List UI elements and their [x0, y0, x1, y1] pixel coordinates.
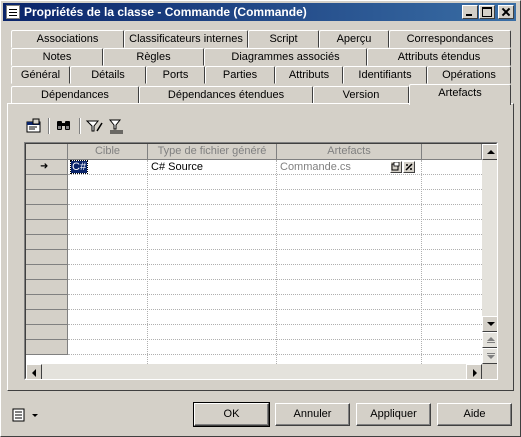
filter-icon[interactable] [85, 117, 105, 135]
grid-row[interactable] [68, 295, 492, 310]
tab-correspondances[interactable]: Correspondances [389, 30, 511, 48]
column-header-type-fichier[interactable]: Type de fichier généré [148, 144, 277, 160]
maximize-button[interactable] [479, 5, 495, 19]
tab-operations[interactable]: Opérations [427, 66, 511, 84]
grid-menu-button[interactable] [12, 407, 42, 423]
row-header[interactable] [26, 265, 68, 280]
find-icon[interactable] [54, 117, 74, 135]
ok-button[interactable]: OK [193, 402, 270, 427]
grid-row[interactable] [68, 265, 492, 280]
grid-row[interactable] [68, 310, 492, 325]
tab-regles[interactable]: Règles [103, 48, 204, 66]
tab-version[interactable]: Version [313, 86, 409, 104]
scroll-bottom-button[interactable] [482, 348, 497, 364]
edit-artefact-icon[interactable] [403, 161, 415, 173]
row-header[interactable] [26, 325, 68, 340]
artefact-value: Commande.cs [280, 161, 351, 173]
tab-parties[interactable]: Parties [205, 66, 275, 84]
grid-row[interactable] [68, 205, 492, 220]
grid-row[interactable] [68, 220, 492, 235]
tab-script[interactable]: Script [248, 30, 319, 48]
row-header[interactable] [26, 295, 68, 310]
window-title: Propriétés de la classe - Commande (Comm… [24, 5, 307, 19]
grid-row[interactable] [68, 190, 492, 205]
cible-value: C# [69, 160, 89, 174]
row-header[interactable] [26, 250, 68, 265]
browse-artefact-icon[interactable] [390, 161, 402, 173]
cancel-button[interactable]: Annuler [275, 403, 350, 426]
grid-row[interactable] [68, 250, 492, 265]
row-header[interactable] [26, 310, 68, 325]
grid-corner-header [26, 144, 68, 160]
scroll-right-button[interactable] [466, 364, 482, 379]
grid-row[interactable] [68, 235, 492, 250]
row-header[interactable] [26, 340, 68, 355]
tab-artefacts[interactable]: Artefacts [409, 84, 511, 105]
close-button[interactable] [498, 5, 514, 19]
grid-row[interactable] [68, 325, 492, 340]
grid-column-line [147, 160, 148, 364]
artefacts-grid[interactable]: Cible Type de fichier généré Artefacts ➜… [24, 142, 498, 380]
tab-diagrammes-associes[interactable]: Diagrammes associés [204, 48, 367, 66]
row-header[interactable] [26, 190, 68, 205]
column-header-artefacts[interactable]: Artefacts [277, 144, 422, 160]
scroll-left-button[interactable] [26, 364, 42, 379]
window-icon [6, 5, 20, 19]
tab-associations[interactable]: Associations [11, 30, 124, 48]
clear-filter-icon[interactable] [107, 117, 127, 135]
row-cible-cell[interactable]: C# [68, 160, 148, 175]
tab-identifiants[interactable]: Identifiants [343, 66, 427, 84]
tab-ports[interactable]: Ports [146, 66, 205, 84]
row-header[interactable] [26, 175, 68, 190]
help-button[interactable]: Aide [437, 403, 512, 426]
scroll-down-button[interactable] [482, 316, 497, 332]
row-type-cell[interactable]: C# Source [148, 160, 277, 175]
grid-column-line [421, 160, 422, 364]
vertical-scrollbar[interactable] [482, 144, 497, 364]
column-header-cible[interactable]: Cible [68, 144, 148, 160]
row-header[interactable] [26, 205, 68, 220]
scroll-top-button[interactable] [482, 332, 497, 348]
grid-column-line [276, 160, 277, 364]
row-header[interactable] [26, 280, 68, 295]
title-bar[interactable]: Propriétés de la classe - Commande (Comm… [3, 3, 516, 21]
tab-details[interactable]: Détails [70, 66, 146, 84]
tab-classificateurs-internes[interactable]: Classificateurs internes [124, 30, 248, 48]
column-header-empty [422, 144, 482, 160]
tab-general[interactable]: Général [11, 66, 70, 84]
tab-apercu[interactable]: Aperçu [319, 30, 389, 48]
toolbar-separator [48, 118, 50, 134]
tab-dependances[interactable]: Dépendances [11, 86, 139, 104]
current-row-arrow-icon: ➜ [40, 161, 49, 172]
tab-attributs-etendus[interactable]: Attributs étendus [367, 48, 511, 66]
row-header[interactable] [26, 235, 68, 250]
minimize-button[interactable] [462, 5, 478, 19]
toolbar-separator [79, 118, 81, 134]
horizontal-scrollbar[interactable] [26, 364, 482, 379]
apply-button[interactable]: Appliquer [356, 403, 431, 426]
properties-icon[interactable] [24, 117, 44, 135]
grid-row[interactable] [68, 340, 492, 355]
tab-dependances-etendues[interactable]: Dépendances étendues [139, 86, 313, 104]
row-artefact-cell[interactable]: Commande.cs [277, 160, 422, 175]
row-header[interactable] [26, 220, 68, 235]
grid-row[interactable] [68, 175, 492, 190]
grid-row[interactable] [68, 280, 492, 295]
tab-notes[interactable]: Notes [11, 48, 103, 66]
scrollbar-corner [482, 364, 497, 379]
tab-attributs[interactable]: Attributs [275, 66, 343, 84]
scroll-up-button[interactable] [482, 144, 497, 160]
